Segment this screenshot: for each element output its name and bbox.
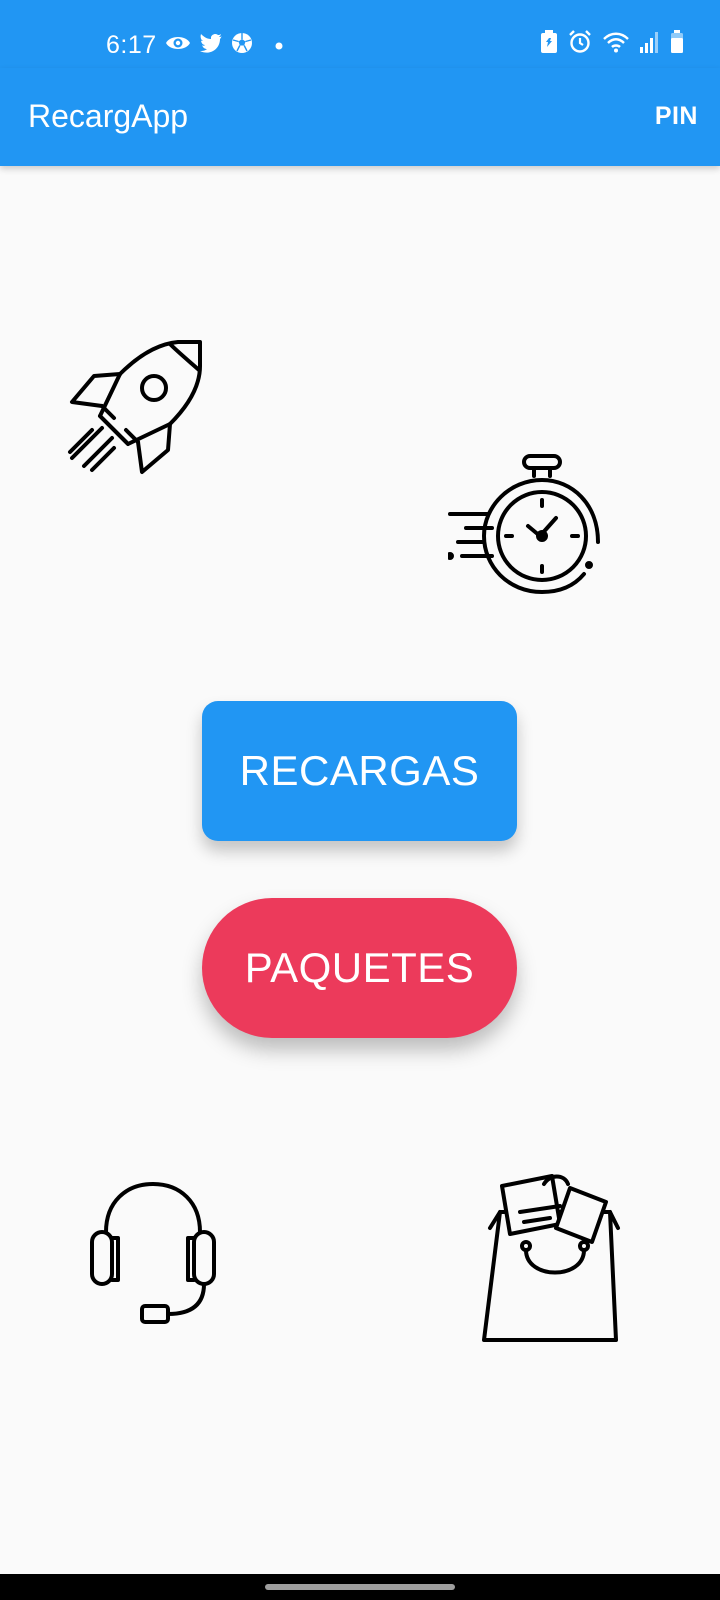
paquetes-button[interactable]: PAQUETES	[202, 898, 517, 1038]
eye-icon	[165, 33, 191, 58]
battery-saver-icon	[540, 30, 558, 59]
app-bar: RecargApp PIN	[0, 68, 720, 166]
recargas-button[interactable]: RECARGAS	[202, 701, 517, 841]
app-title: RecargApp	[28, 98, 189, 134]
status-right-icons	[540, 30, 684, 59]
alarm-icon	[568, 30, 592, 59]
dot-icon	[275, 37, 283, 55]
soccer-ball-icon	[231, 32, 253, 59]
status-left-icons	[165, 32, 283, 59]
headset-icon	[88, 1180, 218, 1335]
stopwatch-icon	[446, 452, 608, 607]
twitter-icon	[199, 33, 223, 58]
wifi-icon	[602, 31, 630, 58]
shopping-bag-icon	[480, 1172, 630, 1347]
home-gesture-handle[interactable]	[265, 1584, 455, 1590]
signal-icon	[640, 31, 660, 58]
navigation-bar	[0, 1574, 720, 1600]
pin-button[interactable]: PIN	[653, 98, 700, 134]
rocket-icon	[58, 336, 208, 491]
screen: 6:17 RecargApp PIN RECARGAS PAQUETES	[0, 0, 720, 1600]
status-bar: 6:17	[0, 0, 720, 68]
status-time: 6:17	[106, 31, 157, 59]
battery-icon	[670, 30, 684, 59]
